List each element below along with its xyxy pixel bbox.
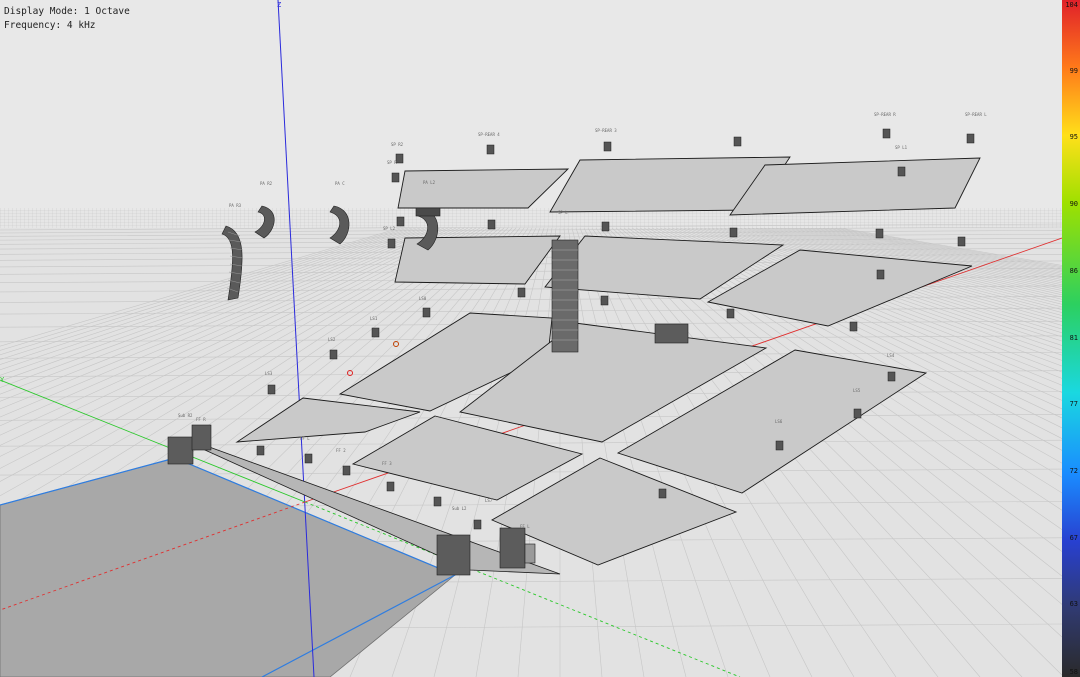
- speaker-17[interactable]: [517, 287, 526, 298]
- sub-left-top[interactable]: [191, 424, 212, 451]
- line-array-center-main[interactable]: [551, 239, 579, 353]
- speaker-31[interactable]: [342, 465, 351, 476]
- z-axis-label: Z: [277, 1, 281, 9]
- front-fill-box[interactable]: [524, 543, 536, 564]
- colorbar-label: 104: [1065, 1, 1078, 9]
- speaker-25[interactable]: [887, 371, 896, 382]
- speaker-1[interactable]: [395, 153, 404, 164]
- sub-right-stack[interactable]: [499, 527, 526, 569]
- speaker-6[interactable]: [603, 141, 612, 152]
- speaker-16[interactable]: [876, 269, 885, 280]
- speaker-14[interactable]: [875, 228, 884, 239]
- speaker-label: SP-REAR 4: [478, 132, 500, 137]
- speaker-label: SP-REAR L: [965, 112, 987, 117]
- speaker-30[interactable]: [304, 453, 313, 464]
- far-grid: [0, 208, 1062, 230]
- speaker-7[interactable]: [733, 136, 742, 147]
- speaker-label: Sub R2: [178, 413, 193, 418]
- speaker-24[interactable]: [267, 384, 276, 395]
- speaker-label: SP L1: [895, 145, 908, 150]
- speaker-12[interactable]: [601, 221, 610, 232]
- speaker-29[interactable]: [256, 445, 265, 456]
- speaker-2[interactable]: [391, 172, 400, 183]
- colorbar-label: 90: [1069, 200, 1078, 209]
- speaker-label: PA R2: [260, 181, 273, 186]
- speaker-label: LS0: [419, 296, 427, 301]
- speaker-13[interactable]: [729, 227, 738, 238]
- speaker-label: LS7: [485, 498, 493, 503]
- speaker-5[interactable]: [486, 144, 495, 155]
- speaker-label: LS4: [887, 353, 895, 358]
- speaker-28[interactable]: [658, 488, 667, 499]
- speaker-label: SP L: [558, 210, 568, 215]
- speaker-label: SP-REAR R: [874, 112, 896, 117]
- colorbar-label: 77: [1069, 400, 1078, 409]
- speaker-label: FF 3: [382, 461, 392, 466]
- speaker-23[interactable]: [329, 349, 338, 360]
- speaker-label: LS5: [853, 388, 861, 393]
- speaker-4[interactable]: [387, 238, 396, 249]
- speaker-20[interactable]: [849, 321, 858, 332]
- speaker-27[interactable]: [775, 440, 784, 451]
- colorbar-label: 67: [1069, 533, 1078, 542]
- colorbar-label: 63: [1069, 600, 1078, 609]
- speaker-11[interactable]: [487, 219, 496, 230]
- colorbar-label: 95: [1069, 133, 1078, 142]
- speaker-label: Sub L2: [452, 506, 467, 511]
- speaker-label: PA R3: [229, 203, 242, 208]
- speaker-3[interactable]: [396, 216, 405, 227]
- speaker-19[interactable]: [726, 308, 735, 319]
- colorbar-label: 99: [1069, 66, 1078, 75]
- frequency-readout: Frequency: 4 kHz: [4, 20, 96, 31]
- speaker-15[interactable]: [957, 236, 966, 247]
- audience-area-balcony-3[interactable]: [729, 157, 981, 216]
- display-mode-readout: Display Mode: 1 Octave: [4, 6, 130, 17]
- speaker-label: SP L2: [383, 226, 396, 231]
- spl-color-scale: 104 99 95 90 86 81 77 72 67 63 58: [1062, 0, 1080, 677]
- speaker-label: LS2: [328, 337, 336, 342]
- sub-center-stack[interactable]: [436, 534, 471, 576]
- speaker-34[interactable]: [473, 519, 482, 530]
- speaker-10[interactable]: [897, 166, 906, 177]
- speaker-label: FF L: [300, 436, 310, 441]
- center-cluster-box[interactable]: [654, 323, 689, 344]
- colorbar-label: 86: [1069, 266, 1078, 275]
- speaker-label: SP R: [387, 160, 397, 165]
- speaker-label: LS3: [265, 371, 273, 376]
- speaker-label: FF L: [520, 524, 530, 529]
- speaker-18[interactable]: [600, 295, 609, 306]
- speaker-label: FF 2: [336, 448, 346, 453]
- sub-left-stack[interactable]: [167, 436, 194, 465]
- acoustic-scene[interactable]: Z Y PA R2 PA C PA L2PA R3SP R2SP RSP-REA…: [0, 0, 1062, 677]
- speaker-label: LS6: [775, 419, 783, 424]
- speaker-label: LS1: [370, 316, 378, 321]
- speaker-label: PA C: [335, 181, 345, 186]
- speaker-label: SP R2: [391, 142, 404, 147]
- speaker-32[interactable]: [386, 481, 395, 492]
- speaker-21[interactable]: [422, 307, 431, 318]
- speaker-26[interactable]: [853, 408, 862, 419]
- colorbar-label: 81: [1069, 333, 1078, 342]
- speaker-9[interactable]: [966, 133, 975, 144]
- speaker-label: SP-REAR 3: [595, 128, 617, 133]
- colorbar-label: 58: [1069, 668, 1078, 676]
- speaker-33[interactable]: [433, 496, 442, 507]
- colorbar-label: 72: [1069, 466, 1078, 475]
- 3d-viewport[interactable]: Z Y PA R2 PA C PA L2 PA R3 SP R2 SP R SP…: [0, 0, 1062, 677]
- speaker-22[interactable]: [371, 327, 380, 338]
- speaker-label: FF R: [196, 417, 206, 422]
- speaker-label: PA L2: [423, 180, 436, 185]
- speaker-8[interactable]: [882, 128, 891, 139]
